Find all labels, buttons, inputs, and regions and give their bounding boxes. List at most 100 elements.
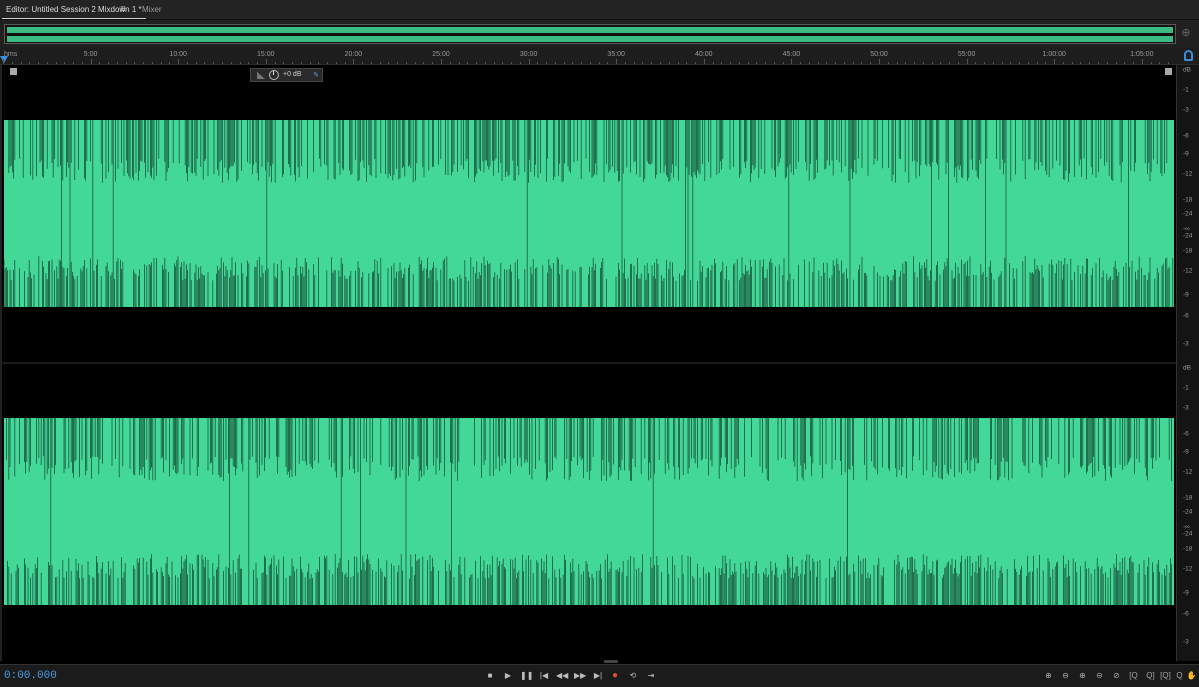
ruler-tick bbox=[624, 62, 626, 64]
ruler-tick bbox=[195, 62, 197, 64]
ruler-tick bbox=[1098, 62, 1099, 64]
fade-in-handle-icon[interactable] bbox=[10, 68, 17, 75]
fast-forward-button[interactable]: ▶▶ bbox=[574, 670, 586, 682]
ruler-tick bbox=[782, 62, 784, 64]
db-tick-label: -18 bbox=[1183, 247, 1193, 255]
zoom-selection-button[interactable]: [Q] bbox=[1160, 670, 1171, 682]
go-to-end-button[interactable]: ▶| bbox=[592, 670, 604, 682]
ruler-tick bbox=[905, 62, 907, 64]
zoom-out-full-button[interactable]: ⊘ bbox=[1111, 670, 1122, 682]
db-scale[interactable]: dB -1 -3 -6 -9 -12 -18 -24 -∞ -24 -18 -12 -9 -6 -3 dB -1… bbox=[1176, 65, 1199, 661]
zoom-in-point-button[interactable]: [Q bbox=[1128, 670, 1139, 682]
ruler-tick bbox=[843, 62, 845, 64]
ruler-tick bbox=[773, 62, 775, 64]
waveform-channel-left[interactable] bbox=[3, 120, 1174, 307]
ruler-tick bbox=[992, 62, 994, 64]
playhead-marker[interactable] bbox=[0, 56, 8, 63]
ruler-tick bbox=[668, 62, 670, 64]
ruler-label: 5:00 bbox=[83, 51, 98, 58]
timecode-display[interactable]: 0:00.000 bbox=[4, 670, 57, 682]
overview-channel-right bbox=[7, 36, 1173, 42]
ruler-tick bbox=[134, 62, 136, 64]
waveform-display[interactable] bbox=[0, 65, 1176, 661]
db-tick-label: -18 bbox=[1183, 545, 1193, 553]
ruler-tick bbox=[467, 62, 469, 64]
zoom-in-out-point-button[interactable]: Q] bbox=[1145, 670, 1156, 682]
zoom-in-amplitude-button[interactable]: ⊕ bbox=[1043, 670, 1054, 682]
volume-knob[interactable] bbox=[269, 70, 279, 80]
ruler-tick bbox=[896, 62, 898, 64]
ruler-tick bbox=[90, 59, 92, 64]
db-tick-label: -6 bbox=[1183, 132, 1189, 140]
ruler-tick bbox=[73, 62, 75, 64]
ruler-tick bbox=[405, 62, 407, 64]
ruler-tick bbox=[344, 62, 346, 64]
ruler-tick bbox=[1106, 62, 1108, 64]
ruler-tick bbox=[1001, 62, 1003, 64]
pause-button[interactable]: ❚❚ bbox=[520, 670, 533, 682]
zoom-out-amplitude-button[interactable]: ⊖ bbox=[1060, 670, 1071, 682]
go-to-start-button[interactable]: |◀ bbox=[538, 670, 550, 682]
tab-mixer[interactable]: Mixer bbox=[138, 0, 166, 18]
ruler-label: 50:00 bbox=[870, 51, 888, 58]
ruler-tick bbox=[642, 62, 644, 64]
ruler-tick bbox=[46, 62, 48, 64]
ruler-tick bbox=[730, 62, 732, 64]
panel-resize-grip[interactable] bbox=[604, 660, 618, 663]
ruler-tick bbox=[957, 62, 959, 64]
time-ruler[interactable]: hms 5:00 10:00 15:00 20:00 25:00 30:00 35:00 40… bbox=[0, 48, 1199, 65]
pin-icon[interactable] bbox=[1184, 50, 1193, 61]
ruler-tick bbox=[817, 62, 819, 64]
db-tick-label: -12 bbox=[1183, 267, 1193, 275]
ruler-tick bbox=[292, 62, 294, 64]
rewind-button[interactable]: ◀◀ bbox=[556, 670, 568, 682]
ruler-tick bbox=[887, 62, 889, 64]
ruler-tick bbox=[283, 62, 285, 64]
ruler-tick bbox=[81, 62, 83, 64]
ruler-tick bbox=[791, 59, 793, 64]
ruler-tick bbox=[800, 62, 802, 64]
ruler-tick bbox=[335, 62, 337, 64]
ruler-tick bbox=[677, 62, 679, 64]
ruler-tick bbox=[975, 62, 977, 64]
overview-waveform-strip[interactable] bbox=[4, 24, 1176, 44]
loop-button[interactable]: ⟲ bbox=[627, 670, 639, 682]
fade-out-handle-icon[interactable] bbox=[1165, 68, 1172, 75]
ruler-tick bbox=[1115, 62, 1117, 64]
db-tick-label: -6 bbox=[1183, 430, 1189, 438]
stop-button[interactable]: ■ bbox=[484, 670, 496, 682]
ruler-tick bbox=[835, 62, 837, 64]
db-tick-label: -9 bbox=[1183, 291, 1189, 299]
ruler-tick bbox=[379, 62, 381, 64]
volume-hud[interactable]: +0 dB ✎ bbox=[250, 68, 323, 82]
hand-tool-button[interactable]: ✋ bbox=[1186, 670, 1197, 682]
zoom-out-time-button[interactable]: ⊖ bbox=[1094, 670, 1105, 682]
ruler-tick bbox=[721, 62, 723, 64]
ruler-tick bbox=[493, 62, 495, 64]
record-button[interactable]: ● bbox=[609, 670, 621, 682]
ruler-tick bbox=[125, 62, 127, 64]
waveform-channel-right[interactable] bbox=[4, 418, 1174, 605]
overview-navigator[interactable]: ⊕ bbox=[0, 20, 1199, 48]
ruler-tick bbox=[441, 59, 442, 64]
ruler-tick bbox=[554, 62, 556, 64]
hud-pin-icon[interactable]: ✎ bbox=[313, 71, 319, 79]
ruler-tick bbox=[388, 62, 390, 64]
db-tick-label: -12 bbox=[1183, 468, 1193, 476]
overview-zoom-icon[interactable]: ⊕ bbox=[1179, 26, 1193, 40]
ruler-tick bbox=[414, 62, 416, 64]
ruler-label: 15:00 bbox=[257, 51, 275, 58]
zoom-left-button[interactable]: Q bbox=[1174, 670, 1185, 682]
waveform-canvas[interactable] bbox=[2, 65, 1176, 661]
ruler-tick bbox=[300, 62, 302, 64]
ruler-tick bbox=[230, 62, 232, 64]
skip-selection-button[interactable]: ⇥ bbox=[645, 670, 657, 682]
ruler-tick bbox=[309, 62, 311, 64]
ruler-tick bbox=[1080, 62, 1082, 64]
panel-menu-icon[interactable]: ≡ bbox=[120, 0, 126, 19]
zoom-in-time-button[interactable]: ⊕ bbox=[1077, 670, 1088, 682]
ruler-tick bbox=[265, 59, 267, 64]
play-button[interactable]: ▶ bbox=[502, 670, 514, 682]
ruler-tick bbox=[589, 62, 591, 64]
ruler-tick bbox=[940, 62, 942, 64]
